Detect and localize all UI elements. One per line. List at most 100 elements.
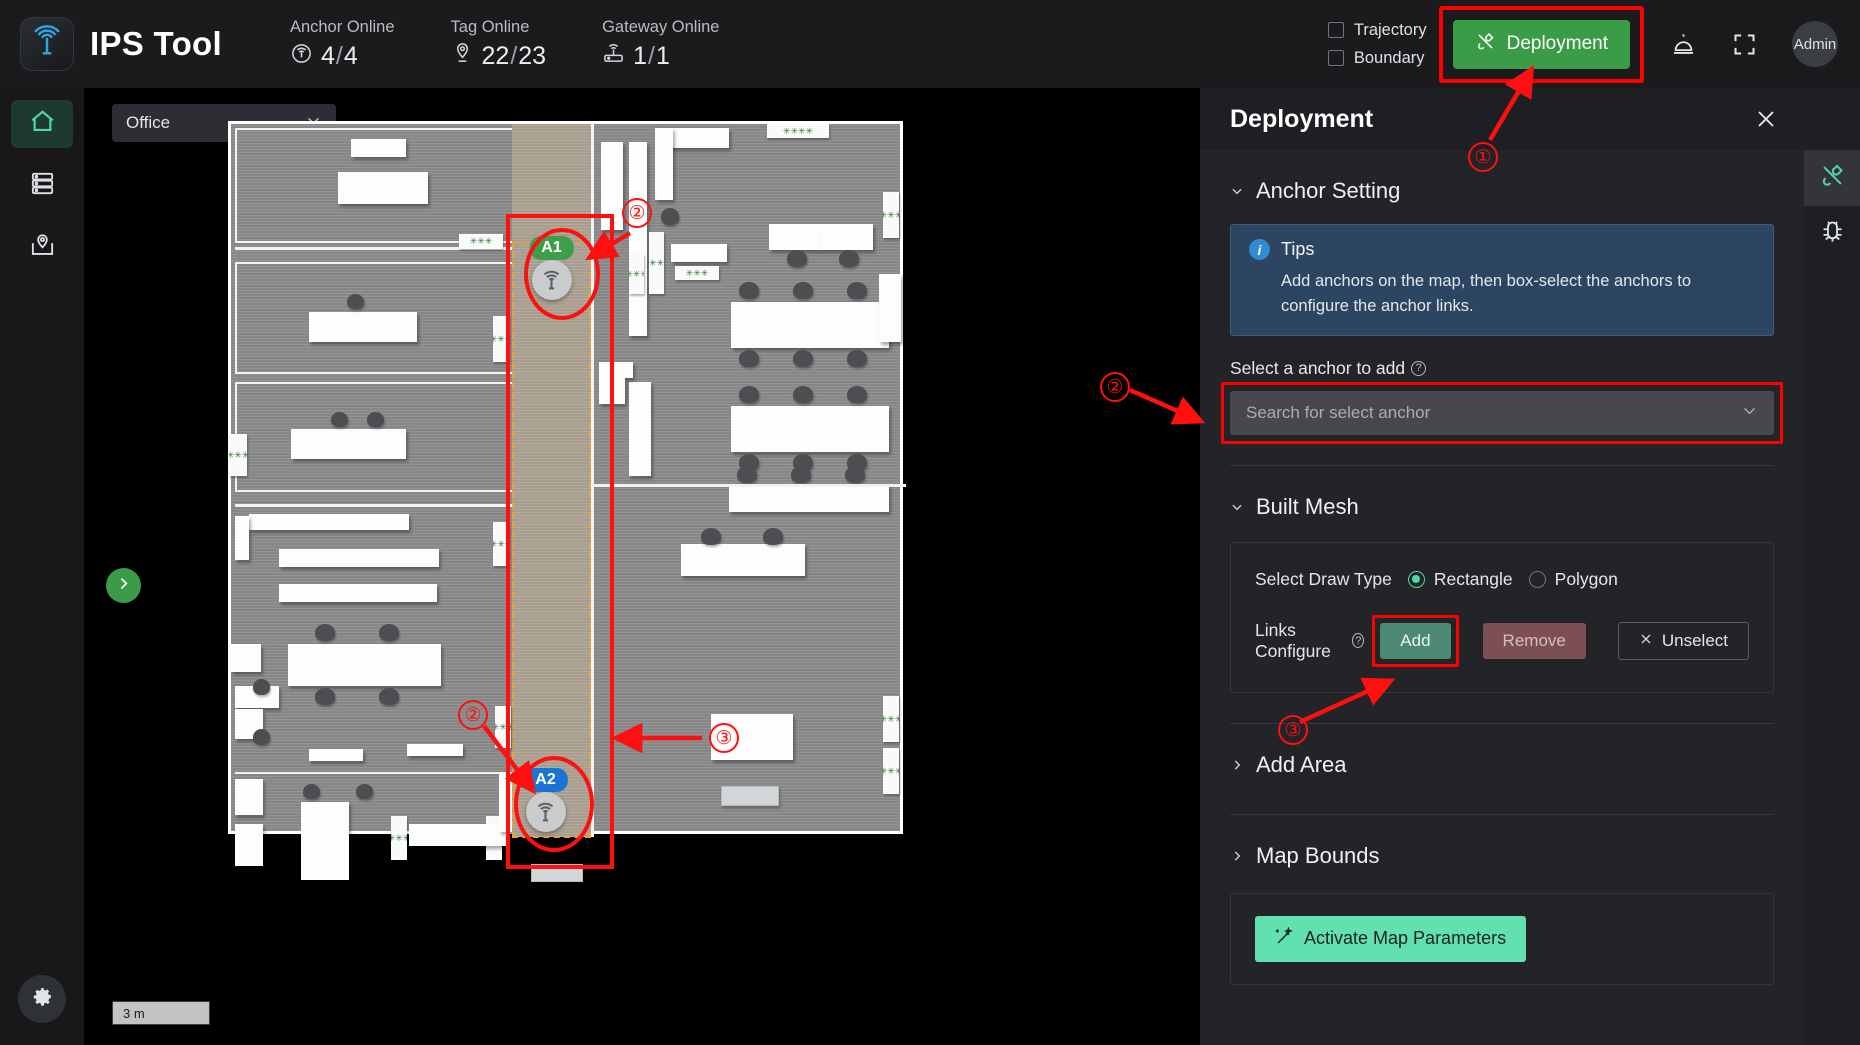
panel-tool-deployment[interactable] (1804, 150, 1860, 206)
panel-collapse-toggle[interactable] (106, 568, 141, 603)
plant: ✳✳✳ (883, 192, 899, 238)
gateway-router-icon (602, 42, 625, 70)
section-title: Anchor Setting (1256, 178, 1401, 203)
stat-current: 1 (633, 41, 647, 70)
activate-map-parameters-button[interactable]: Activate Map Parameters (1255, 915, 1527, 962)
chair (303, 784, 320, 799)
map-pin-icon (28, 231, 57, 265)
gear-icon (30, 984, 55, 1014)
activate-card: Activate Map Parameters (1230, 892, 1774, 985)
chair (793, 282, 813, 299)
checkbox-box[interactable] (1327, 22, 1344, 38)
panel-tool-debug[interactable] (1804, 206, 1860, 262)
unselect-button-label: Unselect (1661, 630, 1728, 650)
checkbox-box[interactable] (1327, 50, 1344, 66)
furniture (301, 802, 349, 880)
stat-label: Tag Online (450, 17, 530, 36)
plant: ✳✳✳ (883, 748, 899, 794)
radio-rectangle[interactable]: Rectangle (1407, 569, 1513, 590)
sofa (721, 786, 779, 806)
checkbox-label: Trajectory (1353, 20, 1427, 39)
floor-selector-value: Office (126, 113, 171, 132)
chair (847, 386, 867, 403)
server-rack-icon (28, 169, 57, 203)
app-logo (20, 17, 74, 71)
radio-dot[interactable] (1528, 570, 1546, 588)
add-link-button[interactable]: Add (1380, 622, 1451, 659)
application-window: IPS Tool Anchor Online 4/4 Tag Online 22… (0, 0, 1860, 1045)
section-add-area[interactable]: Add Area (1230, 724, 1774, 784)
chair (839, 250, 859, 267)
chair (367, 412, 384, 427)
radio-polygon[interactable]: Polygon (1528, 569, 1618, 590)
section-map-bounds[interactable]: Map Bounds (1230, 815, 1774, 875)
section-anchor-setting[interactable]: Anchor Setting (1230, 150, 1774, 210)
meeting-table (769, 224, 821, 250)
chevron-down-icon (1230, 184, 1244, 198)
checkbox-trajectory[interactable]: Trajectory (1327, 20, 1427, 40)
settings-button[interactable] (18, 975, 66, 1023)
home-icon (28, 107, 57, 141)
unselect-button[interactable]: Unselect (1617, 621, 1749, 660)
draw-type-label: Select Draw Type (1255, 568, 1392, 589)
stat-anchor-online: Anchor Online 4/4 (290, 18, 395, 71)
panel-title: Deployment (1230, 104, 1374, 133)
desk-bank (279, 549, 439, 567)
avatar[interactable]: Admin (1792, 21, 1838, 67)
stat-separator: / (648, 41, 655, 70)
section-title: Map Bounds (1256, 842, 1380, 868)
alarm-bell-icon[interactable] (1670, 31, 1697, 58)
wall (591, 484, 906, 487)
furniture (291, 429, 406, 459)
chair (253, 729, 270, 745)
question-mark-icon[interactable]: ? (1411, 360, 1427, 376)
chair (315, 624, 335, 641)
furniture (671, 244, 727, 262)
radio-dot[interactable] (1407, 570, 1425, 588)
anchor-search-placeholder: Search for select anchor (1246, 402, 1431, 422)
remove-link-button[interactable]: Remove (1482, 622, 1586, 659)
deployment-button[interactable]: Deployment (1452, 19, 1630, 69)
meeting-table (731, 302, 889, 348)
stat-current: 4 (320, 41, 335, 70)
chair (661, 208, 679, 225)
furniture (351, 139, 406, 157)
stat-current: 22 (481, 41, 510, 70)
tips-box: i Tips Add anchors on the map, then box-… (1230, 224, 1774, 336)
plant: ✳✳✳✳ (649, 232, 664, 294)
close-icon[interactable] (1754, 107, 1778, 131)
sidebar-item-home[interactable] (11, 100, 73, 148)
stat-total: 1 (655, 41, 670, 70)
furniture (629, 142, 647, 336)
chair (737, 466, 757, 483)
fullscreen-icon[interactable] (1731, 31, 1758, 58)
bug-icon (1819, 218, 1846, 250)
panel-body: Anchor Setting i Tips Add anchors on the… (1200, 150, 1804, 1045)
sidebar-item-locations[interactable] (11, 224, 73, 272)
anchor-search-select[interactable]: Search for select anchor (1230, 390, 1774, 435)
chevron-down-icon (1741, 402, 1758, 424)
status-stats: Anchor Online 4/4 Tag Online 22/23 Gatew… (290, 18, 720, 71)
furniture (235, 779, 263, 815)
stat-tag-online: Tag Online 22/23 (451, 18, 547, 71)
chair (739, 282, 759, 299)
chevron-right-icon (115, 575, 132, 597)
section-built-mesh[interactable]: Built Mesh (1230, 466, 1774, 526)
chair (356, 784, 373, 799)
meeting-table (731, 406, 889, 452)
deployment-button-label: Deployment (1506, 33, 1608, 54)
tools-icon (1475, 31, 1496, 58)
chevron-down-icon (1230, 500, 1244, 514)
callout-2-anchor-a2: ② (458, 700, 488, 730)
tips-body: Add anchors on the map, then box-select … (1281, 272, 1692, 315)
links-configure-label: Links Configure ? (1255, 619, 1365, 662)
chair (701, 528, 721, 545)
desk-bank (249, 514, 409, 530)
furniture (655, 128, 673, 200)
furniture (409, 824, 509, 846)
question-mark-icon[interactable]: ? (1352, 633, 1365, 648)
links-configure-label-text: Links Configure (1255, 619, 1331, 661)
sidebar-item-devices[interactable] (11, 162, 73, 210)
checkbox-boundary[interactable]: Boundary (1327, 49, 1427, 68)
chair (739, 386, 759, 403)
